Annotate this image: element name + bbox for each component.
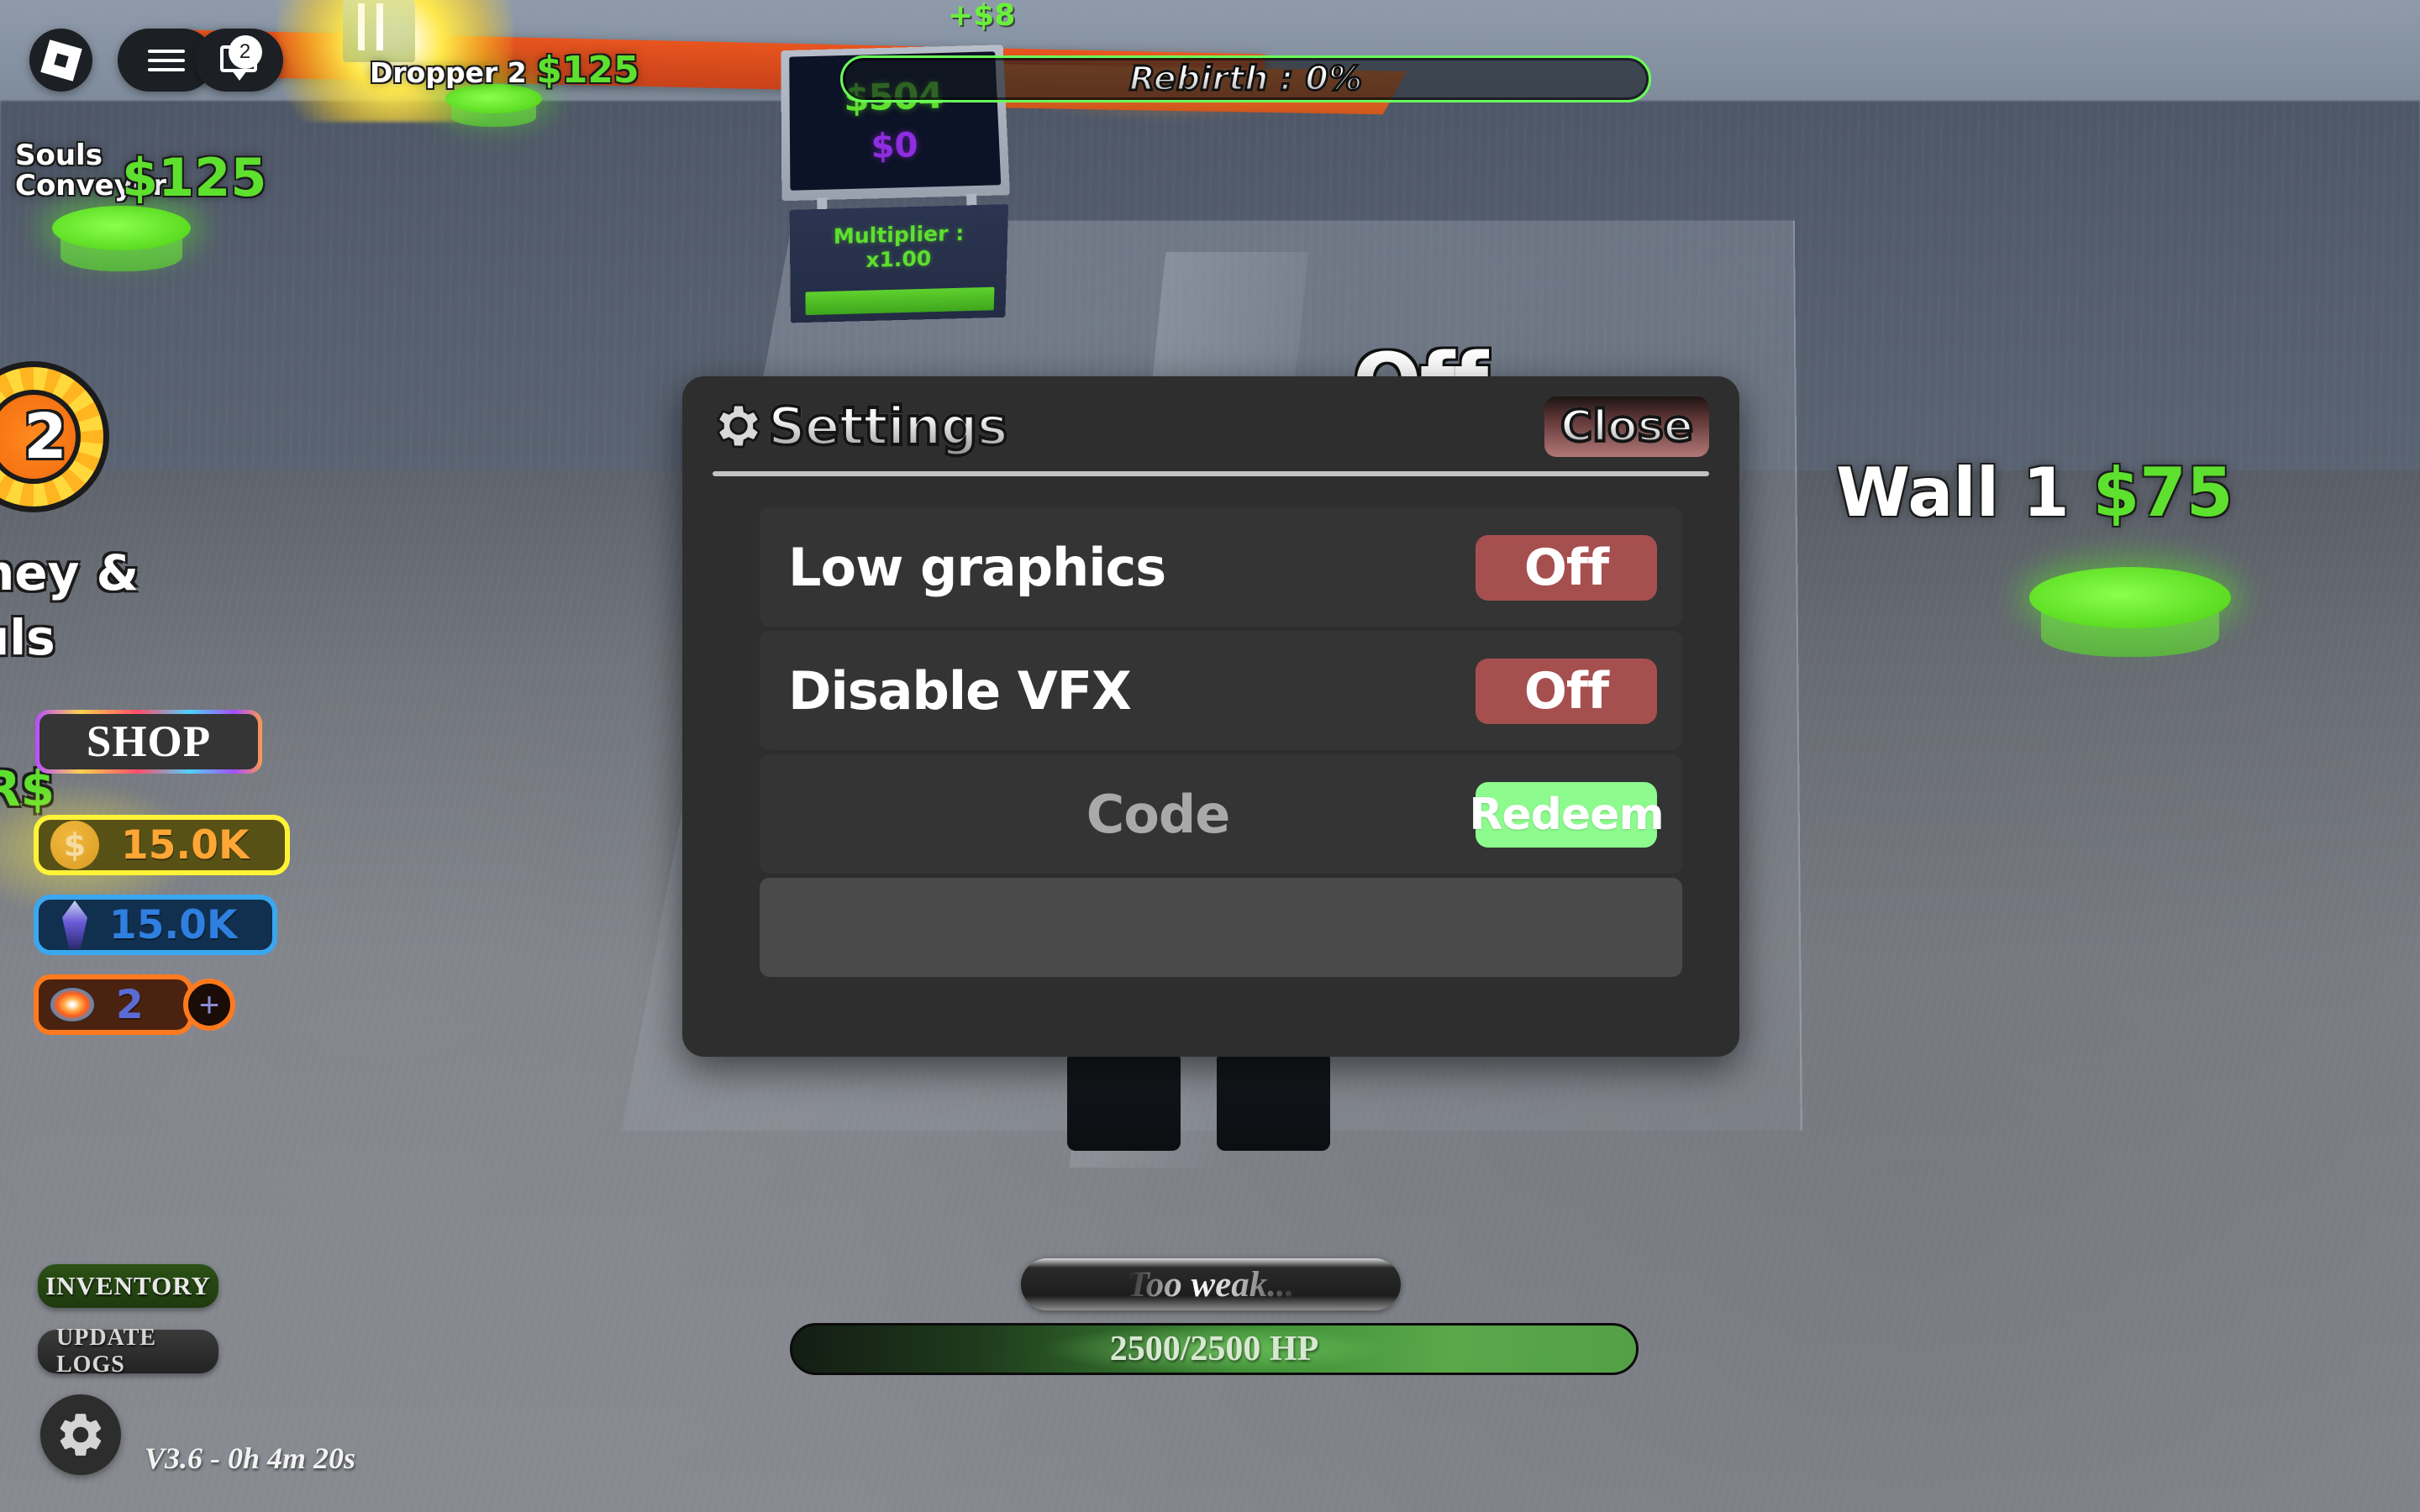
player-character-legs xyxy=(1067,1054,1344,1155)
orb-icon xyxy=(50,988,94,1021)
toggle-disable-vfx[interactable]: Off xyxy=(1476,659,1657,724)
health-bar-text: 2500/2500 HP xyxy=(1110,1329,1319,1369)
currency-orbs-add-button[interactable]: + xyxy=(183,979,235,1031)
redeem-code-label: Redeem xyxy=(1469,790,1663,840)
dropper-2-price: $125 xyxy=(536,49,639,92)
gear-icon xyxy=(55,1409,107,1461)
income-popup: +$8 xyxy=(948,0,1015,33)
hamburger-menu-icon xyxy=(148,44,185,77)
update-logs-button[interactable]: UPDATE LOGS xyxy=(38,1330,218,1373)
rank-label: Too weak... xyxy=(1127,1264,1294,1305)
souls-conveyor-line1: Souls xyxy=(15,139,103,172)
coin-icon: $ xyxy=(50,821,99,869)
header-divider xyxy=(713,471,1709,476)
setting-row-low-graphics[interactable]: Low graphics Off xyxy=(760,507,1682,627)
gem-icon xyxy=(62,900,87,949)
hud-headline-line1: ney & xyxy=(0,544,139,601)
shop-button-label: SHOP xyxy=(39,714,258,769)
currency-badge-orbs[interactable]: 2 xyxy=(34,974,193,1035)
wall-1-price: $75 xyxy=(2093,454,2233,532)
wall-1-pad[interactable] xyxy=(2029,567,2231,676)
currency-money-value: 15.0K xyxy=(121,822,249,869)
rebirth-label: Rebirth : 0% xyxy=(1129,60,1362,98)
settings-footer-panel xyxy=(760,878,1682,977)
setting-label-low-graphics: Low graphics xyxy=(788,537,1165,598)
settings-rows-container: Low graphics Off Disable VFX Off Code Re… xyxy=(760,507,1682,1013)
settings-modal-header: Settings Close xyxy=(682,376,1739,475)
roblox-logo-button[interactable] xyxy=(29,29,92,92)
chat-unread-badge: 2 xyxy=(229,35,262,69)
toggle-low-graphics[interactable]: Off xyxy=(1476,535,1657,601)
dropper-2-label: Dropper 2 $125 xyxy=(370,49,639,92)
settings-close-label: Close xyxy=(1560,402,1693,452)
chat-bubble-icon: 2 xyxy=(220,44,259,77)
shop-button[interactable]: SHOP xyxy=(35,710,262,774)
currency-orbs-value: 2 xyxy=(116,982,144,1028)
settings-modal: Settings Close Low graphics Off Disable … xyxy=(682,376,1739,1057)
settings-gear-button[interactable] xyxy=(40,1394,121,1475)
settings-modal-title: Settings xyxy=(768,396,1007,457)
hud-headline-line2: uls xyxy=(0,609,55,666)
gear-icon xyxy=(713,400,765,452)
redeem-code-button[interactable]: Redeem xyxy=(1476,782,1657,848)
wall-1-label: Wall 1 $75 xyxy=(1836,454,2233,532)
dropper-2-name: Dropper 2 xyxy=(370,56,527,89)
wall-1-name: Wall 1 xyxy=(1836,454,2070,532)
souls-conveyor-price-wrap: $125 xyxy=(122,147,267,208)
settings-close-button[interactable]: Close xyxy=(1544,396,1709,457)
souls-conveyor-pad[interactable] xyxy=(52,206,191,286)
setting-row-code[interactable]: Code Redeem xyxy=(760,754,1682,874)
toggle-low-graphics-value: Off xyxy=(1524,538,1608,597)
currency-badge-gems[interactable]: 15.0K xyxy=(34,895,277,955)
billboard-souls: $0 xyxy=(871,126,918,166)
billboard-multiplier: Multiplier : x1.00 xyxy=(800,220,998,274)
currency-badge-money[interactable]: $ 15.0K xyxy=(34,815,290,875)
health-bar: 2500/2500 HP xyxy=(790,1323,1639,1375)
roblox-chat-button[interactable]: 2 xyxy=(195,29,283,92)
dropper-2-pad[interactable] xyxy=(445,84,542,136)
toggle-disable-vfx-value: Off xyxy=(1524,662,1608,721)
rebirth-progress-bar: Rebirth : 0% xyxy=(840,55,1651,102)
rank-badge: Too weak... xyxy=(1021,1258,1401,1310)
setting-row-disable-vfx[interactable]: Disable VFX Off xyxy=(760,631,1682,750)
version-text: V3.6 - 0h 4m 20s xyxy=(145,1441,355,1476)
roblox-logo-icon xyxy=(40,39,82,81)
souls-conveyor-price: $125 xyxy=(122,147,267,208)
currency-gems-value: 15.0K xyxy=(109,902,237,948)
inventory-button[interactable]: INVENTORY xyxy=(38,1264,218,1308)
setting-label-disable-vfx: Disable VFX xyxy=(788,660,1131,722)
level-coin-value: 2 xyxy=(24,401,67,473)
